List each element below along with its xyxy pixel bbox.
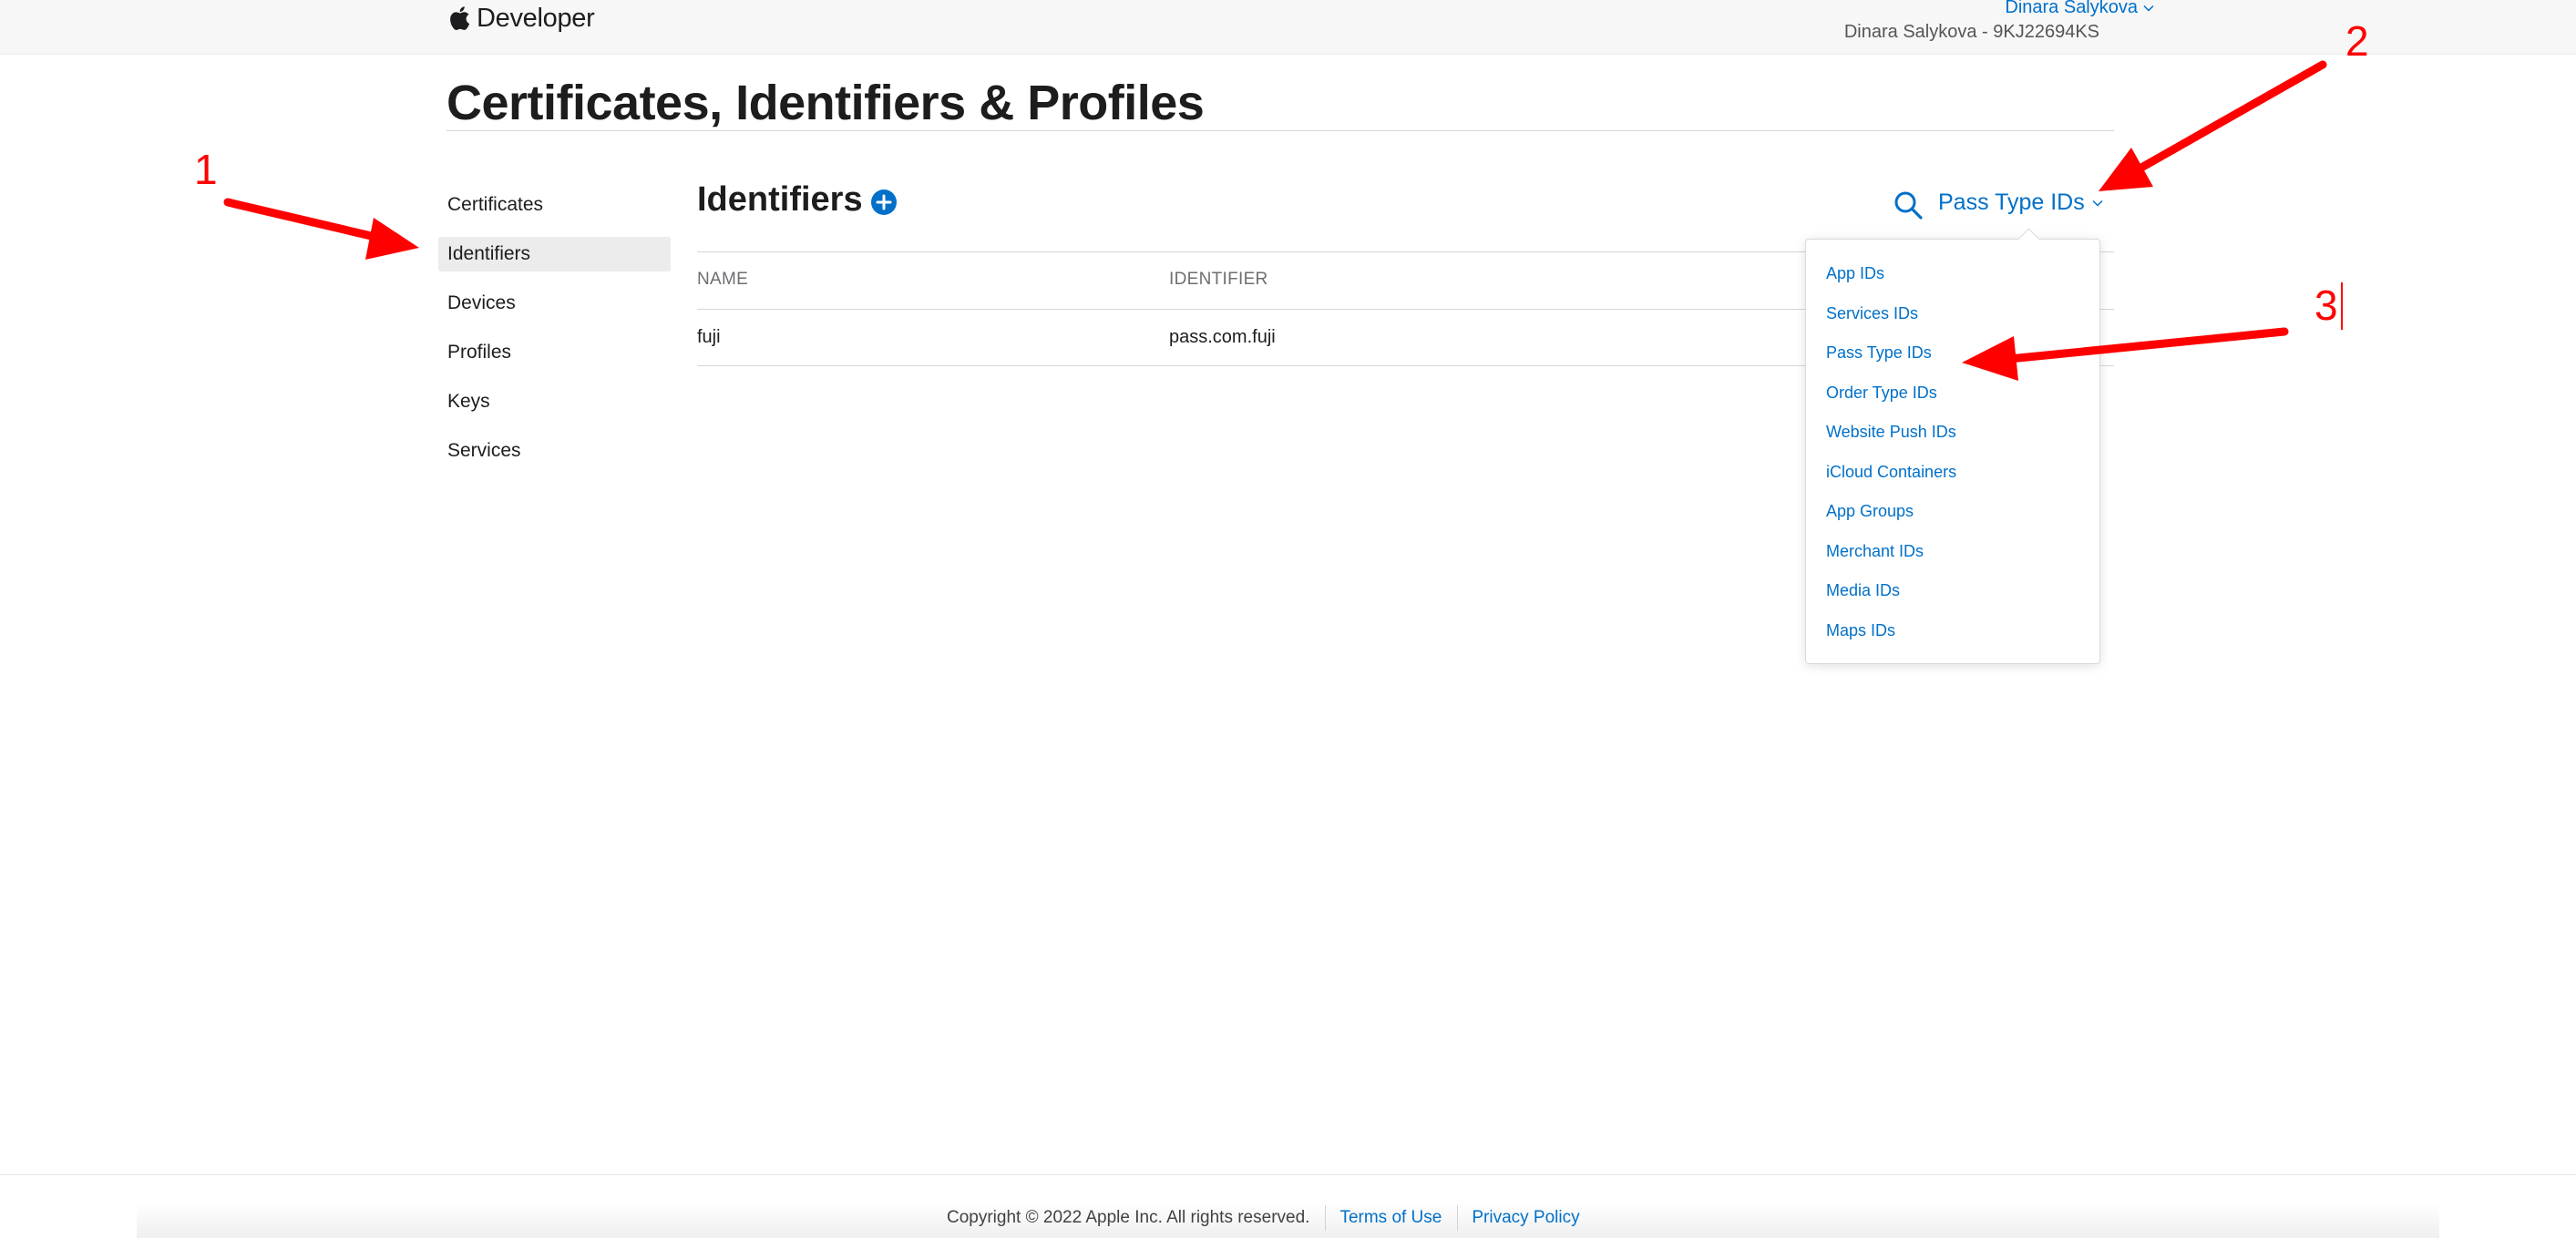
menu-item-icloud-containers[interactable]: iCloud Containers: [1826, 464, 1956, 504]
developer-logo[interactable]: Developer: [446, 0, 595, 36]
annotation-arrow-2: [2099, 60, 2327, 191]
menu-item-maps-ids[interactable]: Maps IDs: [1826, 622, 1956, 662]
sidebar-item-keys[interactable]: Keys: [438, 384, 671, 419]
column-header-identifier[interactable]: IDENTIFIER: [1169, 270, 1268, 290]
team-label: Dinara Salykova - 9KJ22694KS: [1843, 22, 2099, 42]
menu-item-app-ids[interactable]: App IDs: [1826, 265, 1956, 305]
menu-item-website-push-ids[interactable]: Website Push IDs: [1826, 424, 1956, 464]
title-divider: [446, 130, 2114, 131]
section-header: Identifiers: [697, 180, 898, 220]
copyright-text: Copyright © 2022 Apple Inc. All rights r…: [947, 1208, 1310, 1227]
page-title: Certificates, Identifiers & Profiles: [446, 76, 1205, 130]
filter-label: Pass Type IDs: [1938, 189, 2085, 215]
chevron-down-icon: [2143, 5, 2154, 12]
account-name: Dinara Salykova: [2005, 0, 2138, 17]
terms-of-use-link[interactable]: Terms of Use: [1339, 1208, 1442, 1228]
menu-item-merchant-ids[interactable]: Merchant IDs: [1826, 543, 1956, 583]
sidebar-item-certificates[interactable]: Certificates: [438, 188, 671, 222]
top-navigation-bar: Developer Dinara Salykova Dinara Salykov…: [0, 0, 2576, 55]
menu-item-pass-type-ids[interactable]: Pass Type IDs: [1826, 344, 1956, 384]
column-header-name[interactable]: NAME: [697, 270, 748, 290]
footer-separator: [1457, 1205, 1459, 1231]
sidebar-item-profiles[interactable]: Profiles: [438, 335, 671, 370]
annotation-label-3: 3: [2314, 281, 2338, 329]
annotation-cursor: [2341, 282, 2343, 330]
annotation-arrow-1: [223, 198, 419, 260]
row-identifier: pass.com.fuji: [1169, 327, 1276, 347]
menu-item-app-groups[interactable]: App Groups: [1826, 503, 1956, 543]
identifier-type-filter[interactable]: Pass Type IDs: [1938, 189, 2103, 216]
apple-logo-icon: [450, 6, 470, 30]
sidebar-item-devices[interactable]: Devices: [438, 286, 671, 321]
footer-divider: [0, 1174, 2576, 1175]
identifier-type-menu: App IDs Services IDs Pass Type IDs Order…: [1805, 239, 2100, 664]
row-name: fuji: [697, 327, 721, 347]
annotation-label-2: 2: [2345, 17, 2369, 65]
sidebar-item-identifiers[interactable]: Identifiers: [438, 237, 671, 271]
section-title: Identifiers: [697, 180, 863, 219]
sidebar: Certificates Identifiers Devices Profile…: [438, 188, 671, 483]
menu-item-order-type-ids[interactable]: Order Type IDs: [1826, 384, 1956, 425]
chevron-down-icon: [2092, 200, 2103, 207]
footer-separator: [1325, 1205, 1327, 1231]
menu-item-services-ids[interactable]: Services IDs: [1826, 305, 1956, 345]
brand-label: Developer: [477, 3, 595, 33]
annotation-arrows: [223, 60, 2327, 381]
search-icon[interactable]: [1893, 189, 1924, 220]
account-menu-button[interactable]: Dinara Salykova: [2005, 0, 2154, 18]
footer: Copyright © 2022 Apple Inc. All rights r…: [947, 1205, 1580, 1231]
annotation-label-1: 1: [194, 146, 218, 193]
sidebar-item-services[interactable]: Services: [438, 434, 671, 468]
menu-item-media-ids[interactable]: Media IDs: [1826, 582, 1956, 622]
plus-circle-icon[interactable]: [870, 189, 898, 216]
menu-list: App IDs Services IDs Pass Type IDs Order…: [1826, 265, 1956, 661]
privacy-policy-link[interactable]: Privacy Policy: [1472, 1208, 1579, 1228]
